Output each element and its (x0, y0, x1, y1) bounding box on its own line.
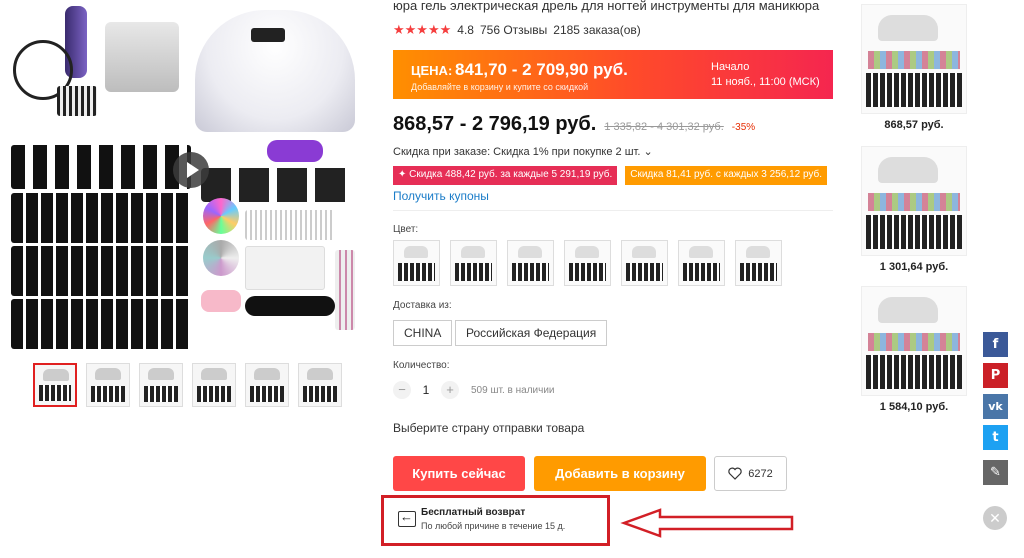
facebook-icon[interactable]: f (983, 332, 1008, 357)
availability-text: 509 шт. в наличии (471, 384, 555, 396)
recommended-item[interactable]: 1 301,64 руб. (861, 146, 967, 273)
color-option[interactable] (450, 240, 497, 286)
store-coupon-chip[interactable]: ✦ Скидка 488,42 руб. за каждые 5 291,19 … (393, 166, 618, 185)
uv-lamp-display (251, 28, 285, 42)
quantity-stepper: − 1 + 509 шт. в наличии (393, 381, 555, 399)
orders-count: 2185 заказа(ов) (553, 23, 641, 37)
current-price: 868,57 - 2 796,19 руб. (393, 113, 597, 135)
promo-price-label: ЦЕНА: (411, 63, 453, 78)
order-discount-dropdown[interactable]: Скидка при заказе: Скидка 1% при покупке… (393, 145, 653, 158)
rating-stars: ★★★★★ (393, 22, 452, 37)
recommended-item[interactable]: 868,57 руб. (861, 4, 967, 131)
quantity-minus-button[interactable]: − (393, 381, 411, 399)
polish-bottles-row-3 (11, 246, 191, 296)
quantity-value[interactable]: 1 (417, 383, 435, 397)
color-option[interactable] (621, 240, 668, 286)
nail-art-wheel-2-image (203, 240, 239, 276)
promo-banner[interactable]: ЦЕНА: 841,70 - 2 709,90 руб. Добавляйте … (393, 50, 833, 99)
thumbnail[interactable] (245, 363, 289, 407)
heart-icon (728, 467, 742, 480)
recommended-price: 1 301,64 руб. (879, 261, 949, 273)
color-option[interactable] (678, 240, 725, 286)
ship-from-china[interactable]: CHINA (393, 320, 453, 346)
nail-tips-image (245, 246, 325, 290)
price-row: 868,57 - 2 796,19 руб. 1 335,82 - 4 301,… (393, 113, 755, 136)
annotation-arrow-icon (620, 508, 794, 538)
recommended-price: 868,57 руб. (884, 119, 944, 131)
divider (393, 210, 833, 211)
quantity-plus-button[interactable]: + (441, 381, 459, 399)
thumbnail[interactable] (33, 363, 77, 407)
twitter-icon[interactable]: t (983, 425, 1008, 450)
rating-value: 4.8 (457, 23, 474, 37)
polish-bottles-row-2 (11, 193, 191, 243)
get-coupons-link[interactable]: Получить купоны (393, 189, 489, 203)
recommended-image (861, 146, 967, 256)
recommended-image (861, 4, 967, 114)
thumbnail[interactable] (86, 363, 130, 407)
toe-separators-image (267, 140, 323, 162)
promo-start-date: 11 нояб., 11:00 (МСК) (711, 76, 820, 88)
quantity-label: Количество: (393, 360, 450, 371)
thumbnail[interactable] (298, 363, 342, 407)
video-play-button[interactable] (173, 152, 209, 188)
rating-row: ★★★★★ 4.8 756 Отзывы 2185 заказа(ов) (393, 22, 641, 38)
color-options (393, 240, 782, 286)
thumbnail[interactable] (139, 363, 183, 407)
nail-stickers-image (245, 210, 335, 240)
nail-clipper-image (201, 290, 241, 312)
color-option[interactable] (735, 240, 782, 286)
main-product-image[interactable] (5, 0, 360, 355)
color-option[interactable] (564, 240, 611, 286)
polish-bottles-row-4 (11, 299, 191, 349)
promo-subtitle: Добавляйте в корзину и купите со скидкой (411, 82, 589, 92)
pinterest-icon[interactable]: P (983, 363, 1008, 388)
color-option[interactable] (507, 240, 554, 286)
thumbnail-strip (33, 363, 342, 407)
return-icon (398, 509, 416, 527)
ship-from-russia[interactable]: Российская Федерация (455, 320, 608, 346)
recommended-item[interactable]: 1 584,10 руб. (861, 286, 967, 413)
recommended-price: 1 584,10 руб. (879, 401, 949, 413)
discount-badge: -35% (731, 122, 756, 133)
polish-bottles-row-1 (11, 145, 191, 189)
ship-from-label: Доставка из: (393, 300, 452, 311)
brushes-image (335, 250, 355, 330)
thumbnail[interactable] (192, 363, 236, 407)
free-return-subtitle: По любой причине в течение 15 д. (421, 521, 566, 531)
wishlist-count: 6272 (748, 467, 773, 480)
uv-gel-jars-image (201, 168, 351, 202)
drill-controller-image (105, 22, 179, 92)
color-option[interactable] (393, 240, 440, 286)
product-title: юра гель электрическая дрель для ногтей … (393, 0, 820, 13)
free-return-box: Бесплатный возврат По любой причине в те… (381, 495, 610, 546)
color-label: Цвет: (393, 224, 419, 235)
nail-files-image (245, 296, 335, 316)
vk-icon[interactable]: vk (983, 394, 1008, 419)
old-price: 1 335,82 - 4 301,32 руб. (604, 121, 724, 133)
coupon-chips: ✦ Скидка 488,42 руб. за каждые 5 291,19 … (393, 166, 828, 185)
recommended-image (861, 286, 967, 396)
select-coupon-chip[interactable]: Скидка 81,41 руб. с каждых 3 256,12 руб. (625, 166, 828, 185)
drill-bits-image (57, 86, 97, 116)
buy-now-button[interactable]: Купить сейчас (393, 456, 525, 491)
edit-icon[interactable]: ✎ (983, 460, 1008, 485)
promo-price: 841,70 - 2 709,90 руб. (455, 60, 628, 79)
promo-start-label: Начало (711, 61, 750, 73)
free-return-title: Бесплатный возврат (421, 507, 526, 518)
nail-art-wheel-image (203, 198, 239, 234)
add-to-cart-button[interactable]: Добавить в корзину (534, 456, 706, 491)
choose-country-text: Выберите страну отправки товара (393, 421, 585, 435)
reviews-link[interactable]: 756 Отзывы (480, 23, 547, 37)
wishlist-button[interactable]: 6272 (714, 456, 787, 491)
close-icon[interactable]: ✕ (983, 506, 1007, 530)
